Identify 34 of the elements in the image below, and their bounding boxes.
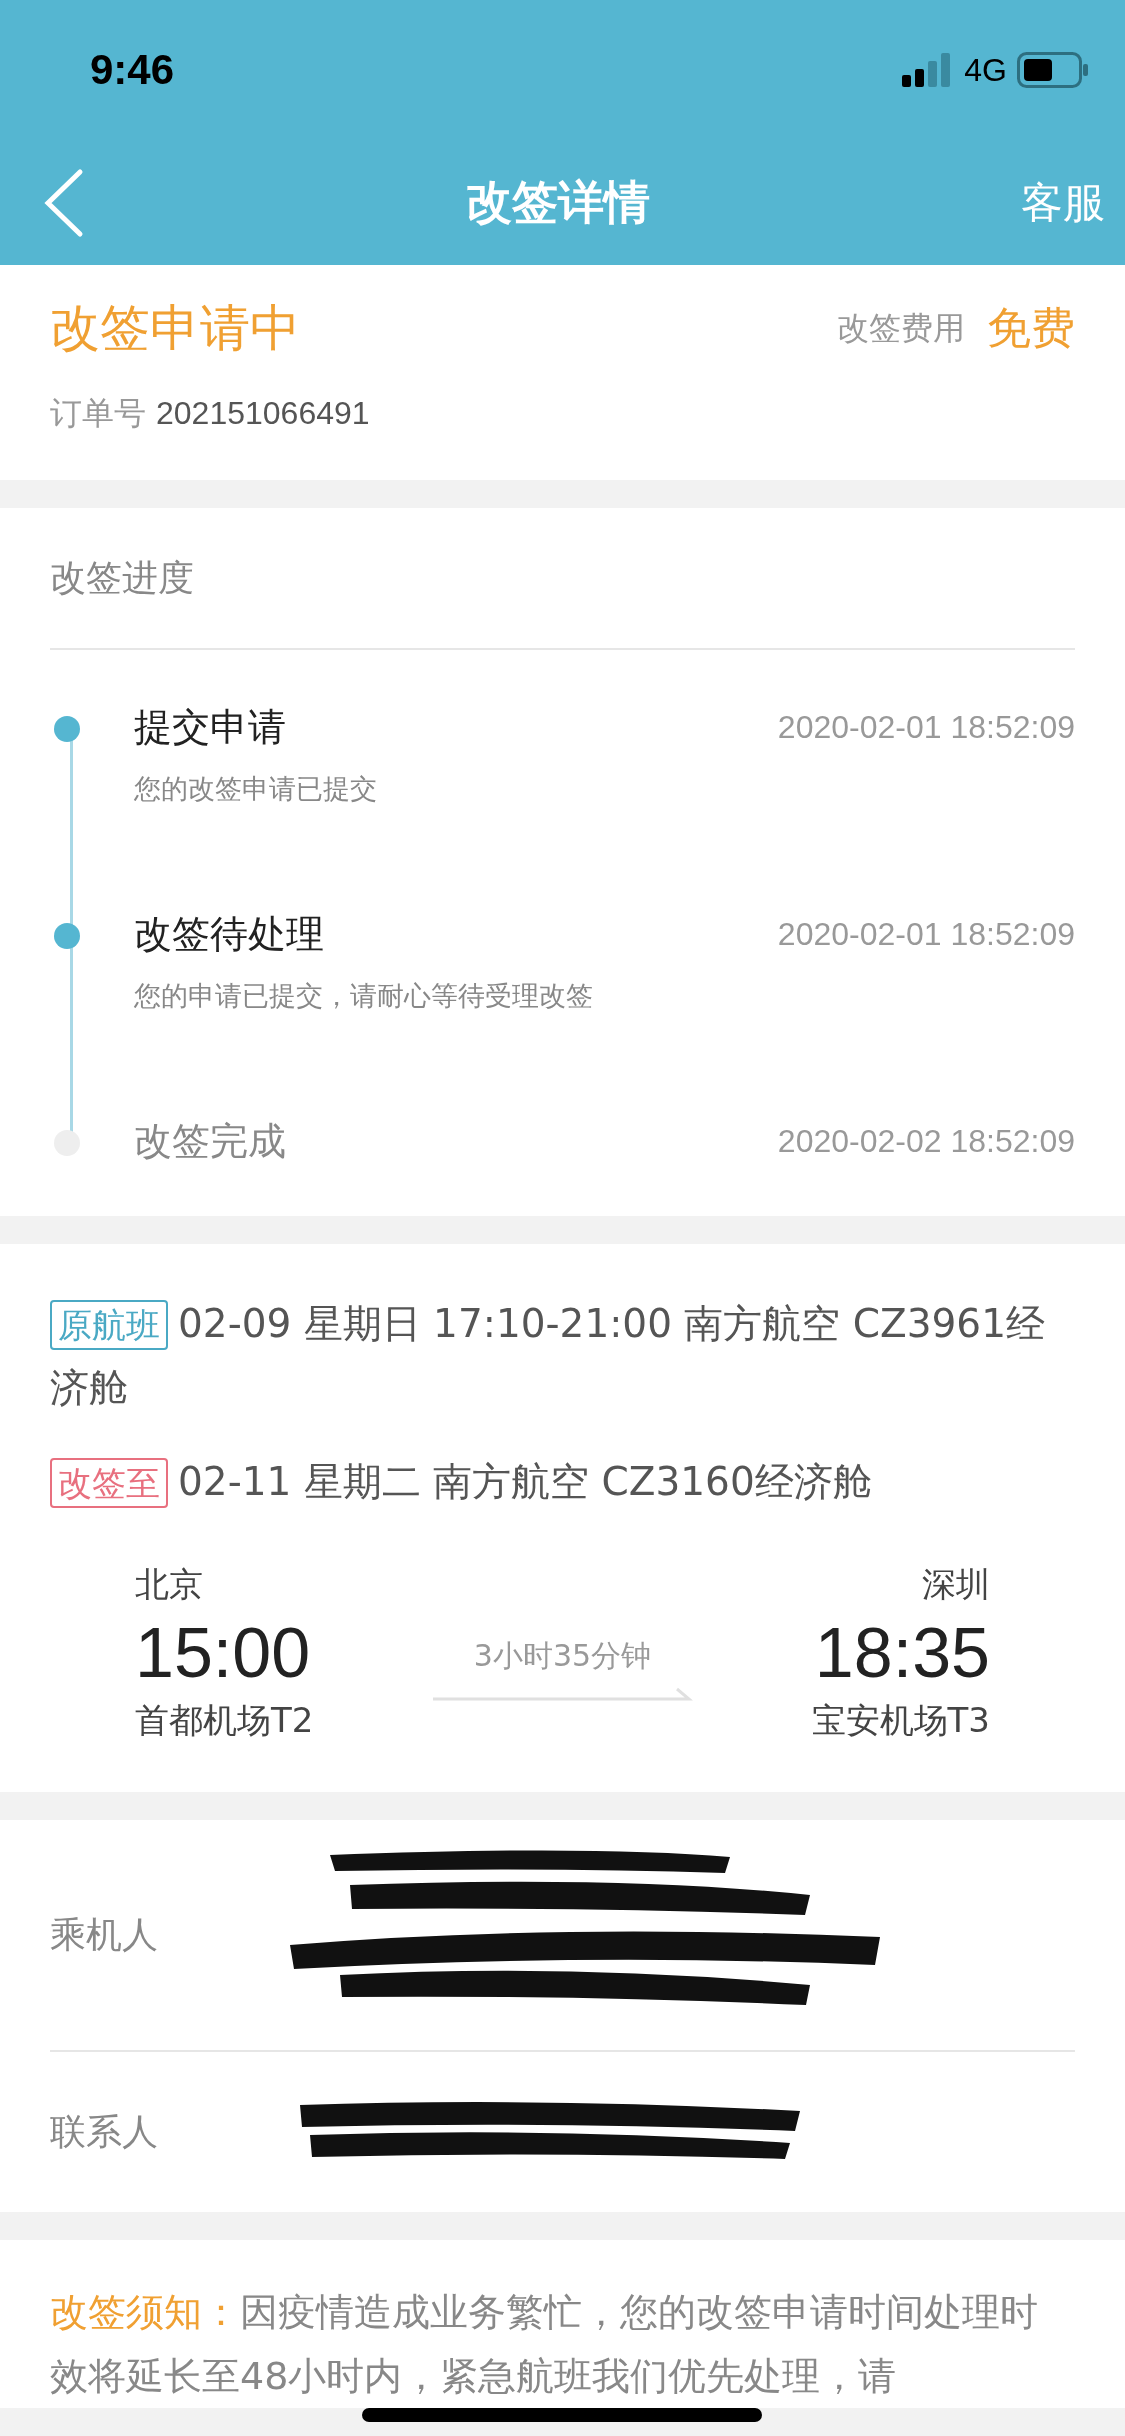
status-time: 9:46 <box>90 46 175 94</box>
flight-info: 02-11 星期二 南方航空 CZ3160经济舱 <box>178 1459 872 1504</box>
battery-icon <box>1017 52 1089 88</box>
departure-airport: 首都机场T2 <box>135 1699 314 1742</box>
arrival-airport: 宝安机场T3 <box>811 1699 990 1742</box>
step-time: 2020-02-01 18:52:09 <box>777 709 1075 746</box>
departure-city: 北京 <box>135 1563 203 1606</box>
order-number: 202151066491 <box>156 395 370 431</box>
customer-service-button[interactable]: 客服 <box>1021 174 1105 231</box>
order-label: 订单号 <box>50 394 146 432</box>
flight-info: 济舱 <box>50 1365 128 1410</box>
fee-value: 免费 <box>987 301 1075 355</box>
step-title: 改签待处理 <box>134 911 324 958</box>
arrival-city: 深圳 <box>922 1563 990 1606</box>
request-status: 改签申请中 <box>50 298 300 359</box>
arrival-time: 18:35 <box>814 1613 990 1694</box>
section-title: 改签进度 <box>50 508 1075 650</box>
person-label: 联系人 <box>50 2109 159 2154</box>
departure-time: 15:00 <box>135 1613 311 1694</box>
fee-label: 改签费用 <box>837 307 965 349</box>
step-title: 提交申请 <box>134 704 286 751</box>
flight-info: 02-09 星期日 17:10-21:00 南方航空 CZ3961经 <box>178 1301 1045 1346</box>
person-label: 乘机人 <box>50 1912 159 1957</box>
flight-duration: 3小时35分钟 <box>473 1636 652 1675</box>
step-time: 2020-02-02 18:52:09 <box>777 1123 1075 1160</box>
page-title: 改签详情 <box>465 173 650 231</box>
step-title: 改签完成 <box>134 1118 286 1165</box>
flight-tag: 改签至 <box>50 1458 168 1508</box>
step-description: 您的改签申请已提交 <box>134 773 377 804</box>
notice-text: 改签须知：因疫情造成业务繁忙，您的改签申请时间处理时效将延长至48小时内，紧急航班我们优先处理，请 <box>50 2290 1038 2398</box>
network-label: 4G <box>964 51 1007 89</box>
step-time: 2020-02-01 18:52:09 <box>777 916 1075 953</box>
flight-tag: 原航班 <box>50 1300 168 1350</box>
step-description: 您的申请已提交，请耐心等待受理改签 <box>134 980 593 1011</box>
